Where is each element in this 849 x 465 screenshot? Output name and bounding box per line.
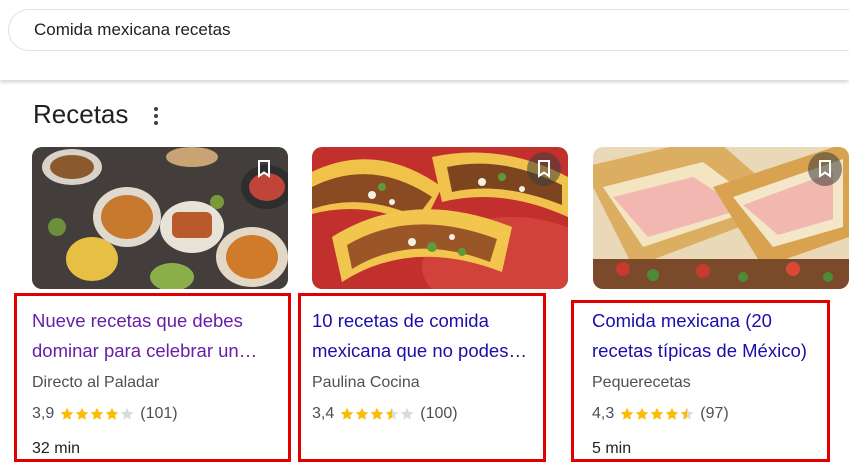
rating-value: 3,4 bbox=[312, 405, 335, 422]
section-title: Recetas bbox=[33, 99, 129, 129]
star-icon bbox=[105, 407, 119, 420]
star-icon bbox=[355, 407, 369, 420]
star-icon bbox=[385, 407, 399, 420]
star-rating-icon bbox=[340, 407, 415, 421]
recipe-title-line[interactable]: dominar para celebrar un… bbox=[32, 336, 278, 366]
bookmark-icon[interactable] bbox=[247, 152, 281, 186]
star-icon bbox=[60, 407, 74, 420]
recipe-image[interactable] bbox=[312, 147, 568, 289]
star-icon bbox=[90, 407, 104, 420]
recipe-rating: 4,3 (97) bbox=[592, 405, 729, 423]
review-count: (100) bbox=[420, 405, 458, 422]
star-rating-icon bbox=[60, 407, 135, 421]
recipe-title-line[interactable]: recetas típicas de México) bbox=[592, 336, 838, 366]
recipe-card[interactable] bbox=[32, 147, 288, 289]
search-input[interactable]: Comida mexicana recetas bbox=[34, 20, 231, 40]
star-icon bbox=[120, 407, 134, 420]
recipe-source: Directo al Paladar bbox=[32, 374, 160, 391]
recipe-title-link[interactable]: 10 recetas de comida mexicana que no pod… bbox=[312, 306, 558, 366]
star-icon bbox=[680, 407, 694, 420]
star-icon bbox=[665, 407, 679, 420]
review-count: (97) bbox=[700, 405, 729, 422]
recipe-source: Paulina Cocina bbox=[312, 374, 420, 391]
recipe-image[interactable] bbox=[593, 147, 849, 289]
search-box[interactable]: Comida mexicana recetas bbox=[8, 9, 849, 51]
star-rating-icon bbox=[620, 407, 695, 421]
rating-value: 3,9 bbox=[32, 405, 55, 422]
rating-value: 4,3 bbox=[592, 405, 615, 422]
star-icon bbox=[75, 407, 89, 420]
review-count: (101) bbox=[140, 405, 178, 422]
star-icon bbox=[340, 407, 354, 420]
star-icon bbox=[400, 407, 414, 420]
recipe-image[interactable] bbox=[32, 147, 288, 289]
search-header: Comida mexicana recetas bbox=[0, 0, 849, 80]
bookmark-icon[interactable] bbox=[808, 152, 842, 186]
star-icon bbox=[620, 407, 634, 420]
recipe-time: 5 min bbox=[592, 440, 632, 457]
recipe-title-line[interactable]: Nueve recetas que debes bbox=[32, 306, 278, 336]
star-icon bbox=[650, 407, 664, 420]
recipe-source: Pequerecetas bbox=[592, 374, 691, 391]
recipe-rating: 3,4 (100) bbox=[312, 405, 458, 423]
recipe-title-link[interactable]: Nueve recetas que debes dominar para cel… bbox=[32, 306, 278, 366]
recipe-title-line[interactable]: 10 recetas de comida bbox=[312, 306, 558, 336]
recipe-title-line[interactable]: mexicana que no podes… bbox=[312, 336, 558, 366]
bookmark-icon[interactable] bbox=[527, 152, 561, 186]
more-options-icon[interactable] bbox=[146, 105, 166, 127]
recipe-title-line[interactable]: Comida mexicana (20 bbox=[592, 306, 838, 336]
star-icon bbox=[635, 407, 649, 420]
star-icon bbox=[370, 407, 384, 420]
recipe-card[interactable] bbox=[593, 147, 849, 289]
recipe-rating: 3,9 (101) bbox=[32, 405, 178, 423]
recipe-title-link[interactable]: Comida mexicana (20 recetas típicas de M… bbox=[592, 306, 838, 366]
recipe-time: 32 min bbox=[32, 440, 81, 457]
recipe-card[interactable] bbox=[312, 147, 568, 289]
